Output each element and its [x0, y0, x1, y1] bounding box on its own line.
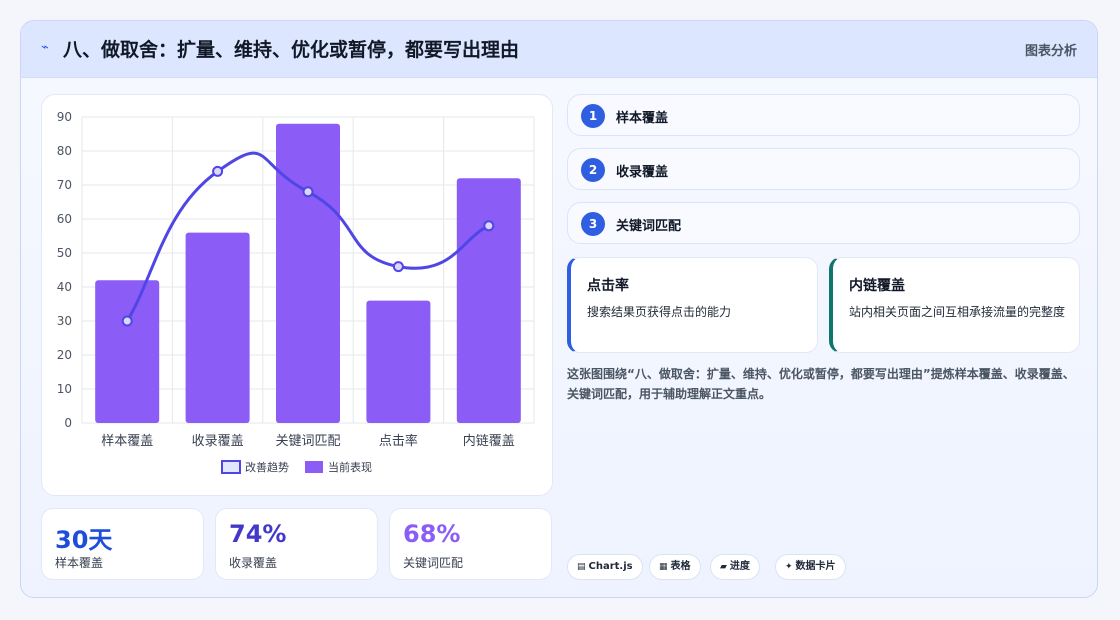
bar: [95, 280, 160, 423]
sparkle-icon: ✦: [785, 562, 793, 572]
step-item[interactable]: 3 关键词匹配: [567, 202, 1080, 244]
step-item[interactable]: 1 样本覆盖: [567, 94, 1080, 136]
chip-label: 数据卡片: [795, 561, 836, 572]
metric-card-desc: 站内相关页面之间互相承接流量的完整度: [849, 305, 1066, 319]
stat-value: 30天: [55, 526, 113, 554]
metric-card-ctr: 点击率 搜索结果页获得点击的能力: [567, 257, 818, 353]
chart-analysis-tag: 图表分析: [1024, 44, 1077, 59]
bar: [366, 300, 431, 423]
y-tick-label: 90: [57, 110, 72, 124]
stat-card: 30天 样本覆盖: [41, 508, 204, 580]
trend-point: [121, 315, 133, 327]
y-tick-label: 0: [64, 416, 72, 430]
x-tick-label: 收录覆盖: [192, 434, 244, 449]
y-tick-label: 40: [57, 280, 72, 294]
trend-point: [392, 261, 404, 273]
progress-icon: ▰: [720, 562, 727, 572]
stat-label: 关键词匹配: [403, 556, 464, 570]
report-panel: ⌁ 八、做取舍：扩量、维持、优化或暂停，都要写出理由 图表分析 0 10 20 30 4…: [20, 20, 1098, 598]
trend-point: [302, 186, 314, 198]
stat-value: 68%: [403, 520, 461, 548]
combo-chart: 0 10 20 30 40 50 60 70 80 90 样本覆盖 收录覆盖 关键词匹配 点击率 内链覆盖改…: [57, 110, 535, 474]
legend-swatch-trend: [221, 460, 241, 474]
chip-progress[interactable]: ▰ 进度: [710, 554, 760, 580]
stat-label: 收录覆盖: [229, 556, 278, 570]
y-tick-label: 20: [57, 348, 72, 362]
chip-table[interactable]: ▦ 表格: [649, 554, 701, 580]
step-number-badge: 3: [581, 212, 605, 236]
bar: [185, 232, 250, 423]
stat-label: 样本覆盖: [55, 556, 104, 570]
table-icon: ▦: [659, 562, 668, 572]
chart-card: 0 10 20 30 40 50 60 70 80 90 样本覆盖 收录覆盖 关键词匹配 点击率 内链覆盖改…: [41, 94, 553, 496]
step-number-badge: 2: [581, 158, 605, 182]
page-title: 八、做取舍：扩量、维持、优化或暂停，都要写出理由: [63, 39, 520, 61]
step-label: 关键词匹配: [616, 219, 682, 234]
panel-header: ⌁ 八、做取舍：扩量、维持、优化或暂停，都要写出理由 图表分析: [21, 21, 1097, 78]
step-item[interactable]: 2 收录覆盖: [567, 148, 1080, 190]
trend-icon: ⌁: [41, 40, 49, 55]
chip-label: 进度: [729, 561, 750, 572]
chip-chartjs[interactable]: ▤ Chart.js: [567, 554, 643, 580]
y-tick-label: 30: [57, 314, 72, 328]
y-tick-label: 50: [57, 246, 72, 260]
step-number-badge: 1: [581, 104, 605, 128]
chart-icon: ▤: [577, 562, 586, 572]
legend-label: 改善趋势: [245, 460, 289, 474]
metric-card-title: 点击率: [587, 278, 629, 294]
chip-label: 表格: [670, 561, 691, 572]
metric-card-title: 内链覆盖: [849, 278, 905, 294]
y-tick-label: 10: [57, 382, 72, 396]
trend-point: [212, 165, 224, 177]
bar: [456, 178, 521, 423]
step-label: 样本覆盖: [616, 111, 669, 126]
bar: [276, 123, 340, 424]
step-label: 收录覆盖: [616, 165, 669, 180]
stat-card: 74% 收录覆盖: [215, 508, 378, 580]
y-tick-label: 70: [57, 178, 72, 192]
stat-value: 74%: [229, 520, 287, 548]
x-tick-label: 内链覆盖: [463, 433, 515, 449]
legend-swatch-current: [305, 461, 323, 473]
x-tick-label: 样本覆盖: [101, 434, 153, 449]
x-tick-label: 关键词匹配: [275, 434, 340, 449]
trend-point: [483, 220, 495, 232]
legend-label: 当前表现: [328, 460, 372, 474]
x-tick-label: 点击率: [379, 433, 418, 449]
chart-summary: 这张图围绕“八、做取舍：扩量、维持、优化或暂停，都要写出理由”提炼样本覆盖、收录…: [567, 367, 1075, 401]
metric-card-internal-links: 内链覆盖 站内相关页面之间互相承接流量的完整度: [829, 257, 1080, 353]
stat-card: 68% 关键词匹配: [389, 508, 552, 580]
metric-card-desc: 搜索结果页获得点击的能力: [587, 305, 732, 319]
chip-label: Chart.js: [588, 561, 633, 572]
chip-data-cards[interactable]: ✦ 数据卡片: [775, 554, 846, 580]
y-tick-label: 80: [57, 144, 72, 158]
y-tick-label: 60: [57, 212, 72, 226]
